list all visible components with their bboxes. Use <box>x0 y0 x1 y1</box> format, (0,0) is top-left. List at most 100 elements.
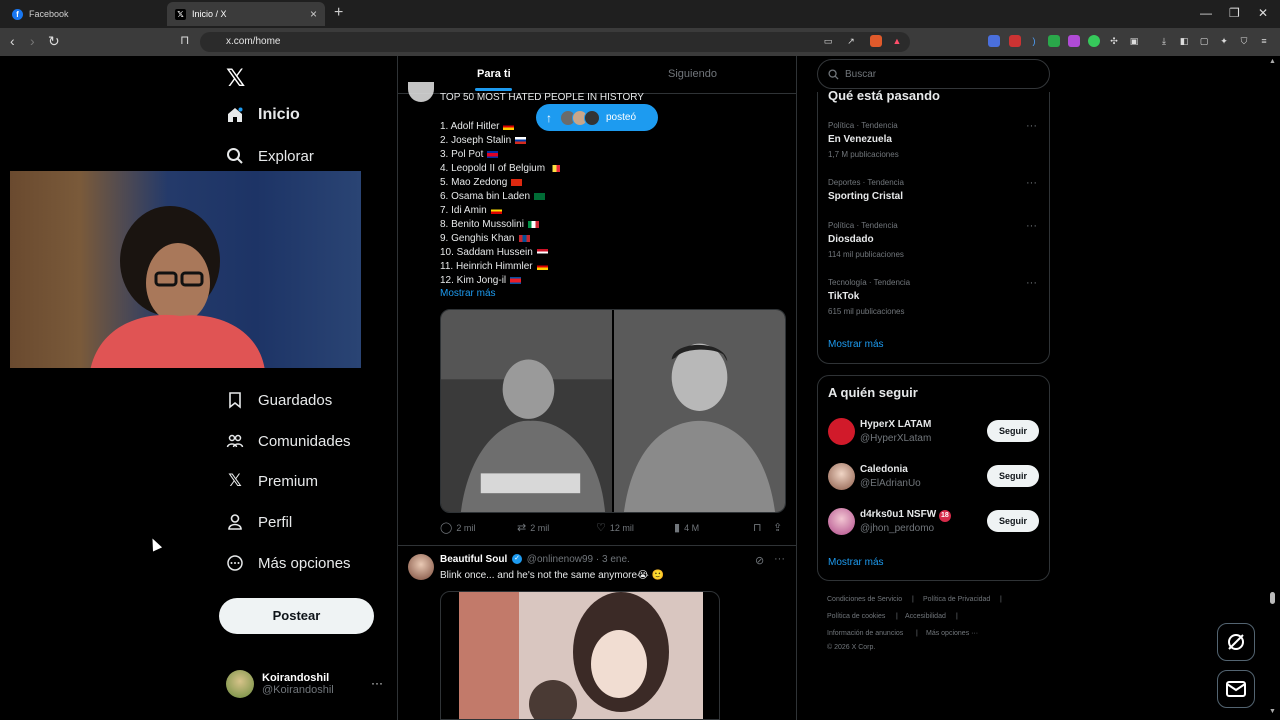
follow-handle: @jhon_perdomo <box>860 523 935 534</box>
avatar <box>226 670 254 698</box>
privacy-link[interactable]: Política de Privacidad <box>923 596 990 603</box>
nav-profile[interactable]: Perfil <box>226 513 292 531</box>
italy-flag-icon <box>527 220 539 228</box>
follow-button[interactable]: Seguir <box>987 465 1039 487</box>
list-item: 3. Pol Pot <box>440 148 560 162</box>
trends-show-more-link[interactable]: Mostrar más <box>828 339 884 350</box>
rewards-icon[interactable]: ▲ <box>891 35 903 47</box>
bookmark-icon[interactable]: ⊓ <box>180 33 189 47</box>
tab-facebook[interactable]: f Facebook <box>4 2 162 26</box>
extension-icon[interactable] <box>1088 35 1100 47</box>
avatar[interactable] <box>408 82 434 102</box>
sidebar-icon[interactable]: ▣ <box>1128 35 1140 47</box>
nav-bookmarks[interactable]: Guardados <box>226 391 332 409</box>
more-icon[interactable]: ··· <box>1026 120 1037 132</box>
more-icon[interactable]: ··· <box>1026 220 1037 232</box>
reply-button[interactable]: ◯ 2 mil <box>440 521 475 534</box>
avatar[interactable] <box>828 418 855 445</box>
download-icon[interactable]: ⤓ <box>1158 35 1170 47</box>
nav-premium[interactable]: 𝕏 Premium <box>226 471 318 490</box>
trend-name[interactable]: Sporting Cristal <box>828 191 903 202</box>
restore-icon[interactable]: ❐ <box>1229 6 1240 20</box>
panel-icon[interactable]: ◧ <box>1178 35 1190 47</box>
audio-icon[interactable]: ) <box>1028 35 1040 47</box>
back-icon[interactable]: ‹ <box>10 33 15 49</box>
avatar[interactable] <box>828 508 855 535</box>
verified-badge-icon: ✓ <box>512 554 523 565</box>
ads-info-link[interactable]: Información de anuncios <box>827 630 903 637</box>
nav-more[interactable]: Más opciones <box>226 554 351 572</box>
grok-button[interactable] <box>1217 623 1255 661</box>
views-button[interactable]: ▮ 4 M <box>674 521 699 534</box>
terms-link[interactable]: Condiciones de Servicio <box>827 596 902 603</box>
trend-category: Política · Tendencia <box>828 121 898 130</box>
bookmark-button[interactable]: ⊓ <box>753 521 766 534</box>
post-button[interactable]: Postear <box>219 598 374 634</box>
list-item: 5. Mao Zedong <box>440 176 560 190</box>
close-tab-icon[interactable]: × <box>310 7 317 21</box>
more-icon[interactable]: ··· <box>774 553 785 565</box>
share-icon[interactable]: ↗ <box>845 35 857 47</box>
repost-button[interactable]: ⇄ 2 mil <box>517 521 549 534</box>
translate-icon[interactable] <box>988 35 1000 47</box>
extension-icon[interactable] <box>1009 35 1021 47</box>
nav-explore[interactable]: Explorar <box>226 147 314 165</box>
messages-button[interactable] <box>1217 670 1255 708</box>
tab-for-you[interactable]: Para ti <box>477 68 511 80</box>
more-icon[interactable]: ··· <box>1026 177 1037 189</box>
cast-icon[interactable]: ▭ <box>822 35 834 47</box>
tab-x-home[interactable]: 𝕏 Inicio / X × <box>167 2 325 26</box>
scroll-up-icon[interactable]: ▲ <box>1269 58 1276 65</box>
search-icon <box>828 68 839 80</box>
minimize-icon[interactable]: — <box>1200 6 1212 20</box>
follow-name[interactable]: Caledonia <box>860 464 908 475</box>
page-scrollbar[interactable]: ▲ ▼ <box>1268 56 1276 720</box>
tweet-image[interactable] <box>440 309 786 513</box>
new-tab-button[interactable]: + <box>334 4 343 22</box>
close-window-icon[interactable]: ✕ <box>1258 6 1268 20</box>
cookies-link[interactable]: Política de cookies <box>827 613 885 620</box>
forward-icon[interactable]: › <box>30 33 35 49</box>
reload-icon[interactable]: ↻ <box>48 33 60 50</box>
extension-icon[interactable] <box>1068 35 1080 47</box>
trend-name[interactable]: Diosdado <box>828 234 874 245</box>
search-input[interactable]: Buscar <box>817 59 1050 89</box>
follow-show-more-link[interactable]: Mostrar más <box>828 557 884 568</box>
vpn-icon[interactable]: ⛉ <box>1238 35 1250 47</box>
show-more-link[interactable]: Mostrar más <box>440 288 496 299</box>
brave-shield-icon[interactable] <box>870 35 882 47</box>
more-icon[interactable]: ··· <box>371 676 383 690</box>
follow-name[interactable]: HyperX LATAM <box>860 419 931 430</box>
nav-home[interactable]: Inicio <box>226 106 300 124</box>
x-logo-icon[interactable]: 𝕏 <box>226 64 245 93</box>
trend-name[interactable]: TikTok <box>828 291 859 302</box>
share-button[interactable]: ⇪ <box>773 521 786 534</box>
follow-name[interactable]: d4rks0u1 NSFW 18 <box>860 509 951 522</box>
leo-icon[interactable]: ✦ <box>1218 35 1230 47</box>
footer-more-link[interactable]: Más opciones ··· <box>926 630 978 637</box>
puzzle-icon[interactable]: ✣ <box>1108 35 1120 47</box>
scroll-down-icon[interactable]: ▼ <box>1269 708 1276 715</box>
follow-button[interactable]: Seguir <box>987 510 1039 532</box>
scrollbar-thumb[interactable] <box>1270 592 1275 604</box>
more-icon[interactable]: ··· <box>1026 277 1037 289</box>
extension-icon[interactable] <box>1048 35 1060 47</box>
like-button[interactable]: ♡ 12 mil <box>596 521 634 534</box>
address-input[interactable]: x.com/home <box>200 32 910 52</box>
menu-icon[interactable]: ≡ <box>1258 35 1270 47</box>
x-premium-icon: 𝕏 <box>228 471 242 490</box>
trend-name[interactable]: En Venezuela <box>828 134 892 145</box>
grok-icon[interactable]: ⊘ <box>755 554 764 567</box>
avatar[interactable] <box>828 463 855 490</box>
author-handle[interactable]: @onlinenow99 <box>527 554 593 565</box>
nav-communities[interactable]: Comunidades <box>226 432 351 450</box>
tweet-video[interactable] <box>440 591 720 720</box>
avatar[interactable] <box>408 554 434 580</box>
tweet-date[interactable]: · 3 ene. <box>596 554 630 565</box>
wallet-icon[interactable]: ▢ <box>1198 35 1210 47</box>
author-name[interactable]: Beautiful Soul <box>440 554 507 565</box>
follow-button[interactable]: Seguir <box>987 420 1039 442</box>
account-switcher[interactable]: Koirandoshil @Koirandoshil ··· <box>226 670 383 698</box>
accessibility-link[interactable]: Accesibilidad <box>905 613 946 620</box>
tab-following[interactable]: Siguiendo <box>668 68 717 80</box>
